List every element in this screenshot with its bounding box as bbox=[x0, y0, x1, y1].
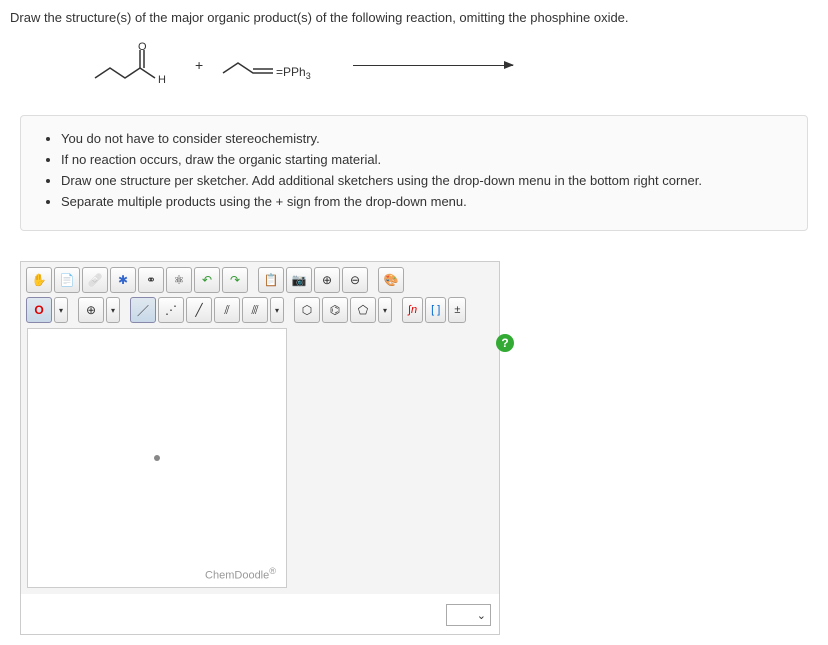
aldehyde-structure: O H bbox=[90, 40, 180, 90]
benzene-button[interactable]: ⌬ bbox=[322, 297, 348, 323]
canvas-center-dot bbox=[154, 455, 160, 461]
toolbar-row-1: ✋ 📄 🩹 ✱ ⚭ ⚛ ↶ ↷ 📋 📷 ⊕ ⊖ 🎨 bbox=[24, 265, 496, 295]
undo-button[interactable]: ↶ bbox=[194, 267, 220, 293]
reaction-arrow bbox=[353, 65, 513, 66]
ring-caret[interactable]: ▾ bbox=[378, 297, 392, 323]
bold-bond-button[interactable]: ╱ bbox=[186, 297, 212, 323]
hand-tool[interactable]: ✋ bbox=[26, 267, 52, 293]
instruction-item: If no reaction occurs, draw the organic … bbox=[61, 152, 787, 167]
charge-button[interactable]: ⊕ bbox=[78, 297, 104, 323]
svg-text:O: O bbox=[138, 41, 147, 53]
clean-button[interactable]: ⚭ bbox=[138, 267, 164, 293]
single-bond-button[interactable]: ／ bbox=[130, 297, 156, 323]
molecule-button[interactable]: ⚛ bbox=[166, 267, 192, 293]
redo-button[interactable]: ↷ bbox=[222, 267, 248, 293]
triple-bond-button[interactable]: ⫻ bbox=[242, 297, 268, 323]
question-prompt: Draw the structure(s) of the major organ… bbox=[10, 10, 818, 25]
isotope-button[interactable]: ± bbox=[448, 297, 466, 323]
charge-caret[interactable]: ▾ bbox=[106, 297, 120, 323]
open-button[interactable]: 📄 bbox=[54, 267, 80, 293]
paste-button[interactable]: 📋 bbox=[258, 267, 284, 293]
atom-caret[interactable]: ▾ bbox=[54, 297, 68, 323]
drawing-canvas[interactable]: ChemDoodle® bbox=[27, 328, 287, 588]
aldehyde-h-label: H bbox=[158, 74, 166, 86]
erase-button[interactable]: 🩹 bbox=[82, 267, 108, 293]
chemdoodle-brand: ChemDoodle® bbox=[205, 566, 276, 582]
plus-sign: + bbox=[195, 57, 203, 73]
sketcher-panel: ✋ 📄 🩹 ✱ ⚭ ⚛ ↶ ↷ 📋 📷 ⊕ ⊖ 🎨 O ▾ ⊕ ▾ ／ ⋰ ╱ bbox=[20, 261, 500, 635]
pph3-sub: 3 bbox=[306, 71, 311, 81]
zoom-out-button[interactable]: ⊖ bbox=[342, 267, 368, 293]
copy-button[interactable]: 📷 bbox=[286, 267, 312, 293]
cyclopentane-button[interactable]: ⬠ bbox=[350, 297, 376, 323]
atom-o-button[interactable]: O bbox=[26, 297, 52, 323]
svg-text:=PPh3: =PPh3 bbox=[276, 65, 311, 81]
center-button[interactable]: ✱ bbox=[110, 267, 136, 293]
double-bond-button[interactable]: ⫽ bbox=[214, 297, 240, 323]
recessed-bond-button[interactable]: ⋰ bbox=[158, 297, 184, 323]
bond-caret[interactable]: ▾ bbox=[270, 297, 284, 323]
instructions-panel: You do not have to consider stereochemis… bbox=[20, 115, 808, 231]
instruction-item: You do not have to consider stereochemis… bbox=[61, 131, 787, 146]
add-sketcher-dropdown[interactable]: ⌄ bbox=[446, 604, 491, 626]
pph3-label: =PPh bbox=[276, 65, 306, 79]
toolbar-row-2: O ▾ ⊕ ▾ ／ ⋰ ╱ ⫽ ⫻ ▾ ⬡ ⌬ ⬠ ▾ ∫n [ ] ± bbox=[24, 295, 496, 325]
cyclohexane-button[interactable]: ⬡ bbox=[294, 297, 320, 323]
lewis-button[interactable]: ∫n bbox=[402, 297, 423, 323]
color-button[interactable]: 🎨 bbox=[378, 267, 404, 293]
zoom-in-button[interactable]: ⊕ bbox=[314, 267, 340, 293]
instruction-item: Separate multiple products using the + s… bbox=[61, 194, 787, 209]
bracket-button[interactable]: [ ] bbox=[425, 297, 446, 323]
help-button[interactable]: ? bbox=[496, 334, 514, 352]
reaction-scheme: O H + =PPh3 bbox=[90, 40, 818, 90]
ylide-structure: =PPh3 bbox=[218, 45, 338, 85]
instruction-item: Draw one structure per sketcher. Add add… bbox=[61, 173, 787, 188]
